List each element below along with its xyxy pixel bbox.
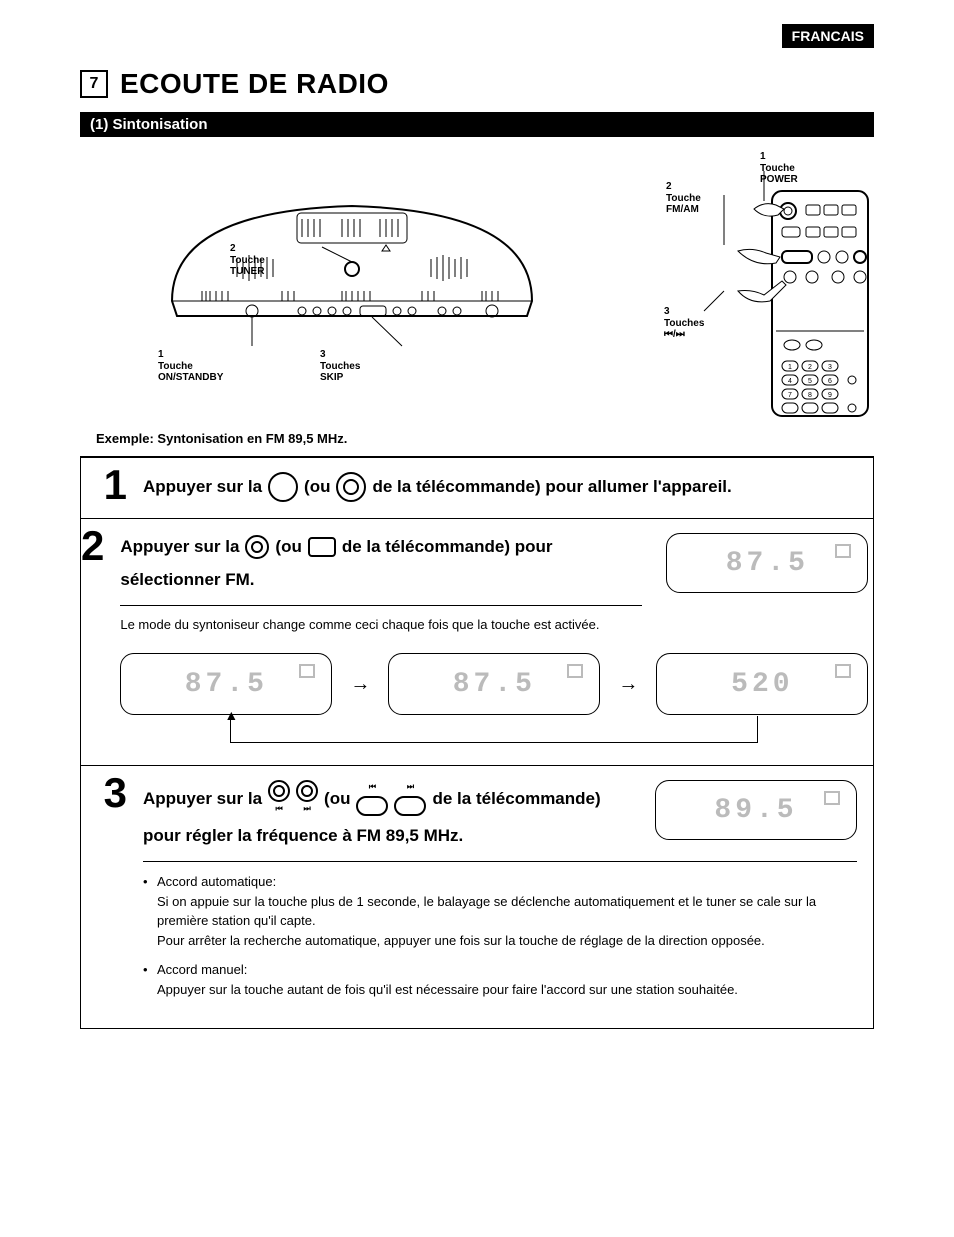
callout-power: 1 Touche POWER xyxy=(760,151,798,186)
svg-text:9: 9 xyxy=(828,392,832,399)
svg-text:8: 8 xyxy=(808,392,812,399)
manual-page: FRANCAIS 7 ECOUTE DE RADIO (1) Sintonisa… xyxy=(0,0,954,1237)
tuner-mode-cycle: 87.5 → 87.5 → 520 ▲ xyxy=(120,653,868,749)
svg-text:7: 7 xyxy=(788,392,792,399)
step-1: 1 Appuyer sur la (ou de la télécommande)… xyxy=(81,458,873,518)
arrow-right-icon: → xyxy=(618,673,638,696)
step-2-number: 2 xyxy=(81,519,110,765)
step-2-text: Appuyer sur la (ou de la télécommande) p… xyxy=(120,533,642,560)
section-title: ECOUTE DE RADIO xyxy=(120,68,389,100)
device-diagram: 2 Touche TUNER 1 Touche ON/STANDBY 3 Tou… xyxy=(80,151,624,421)
svg-text:6: 6 xyxy=(828,378,832,385)
fmam-button-icon xyxy=(308,537,336,557)
subsection-bar: (1) Sintonisation xyxy=(80,112,874,137)
lcd-display-step3: 89.5 xyxy=(655,780,857,840)
callout-tuner: 2 Touche TUNER xyxy=(230,243,265,278)
remote-skip-back-icon: ⏮ xyxy=(356,781,388,816)
remote-diagram: 123 456 789 1 Touche POWER 2 xyxy=(664,151,874,421)
arrow-right-icon: → xyxy=(350,673,370,696)
callout-skip: 3 Touches SKIP xyxy=(320,349,360,384)
remote-skip-fwd-icon: ⏭ xyxy=(394,781,426,816)
step-2: 2 Appuyer sur la (ou de la télécommande)… xyxy=(81,518,873,765)
section-number-box: 7 xyxy=(80,70,108,98)
note-manual: Accord manuel: Appuyer sur la touche aut… xyxy=(143,960,857,999)
callout-skip-remote: 3 Touches ⏮/⏭ xyxy=(664,306,704,341)
svg-text:2: 2 xyxy=(808,364,812,371)
step-3-text: Appuyer sur la ⏮ ⏭ (ou ⏮ ⏭ de la télécom… xyxy=(143,780,631,816)
step-1-number: 1 xyxy=(81,458,133,518)
step-3: 3 Appuyer sur la ⏮ ⏭ (ou ⏮ ⏭ de la téléc… xyxy=(81,765,873,1028)
steps-table: 1 Appuyer sur la (ou de la télécommande)… xyxy=(80,456,874,1029)
lcd-display-step2: 87.5 xyxy=(666,533,868,593)
step-3-notes: Accord automatique: Si on appuie sur la … xyxy=(143,872,857,999)
diagram-row: 2 Touche TUNER 1 Touche ON/STANDBY 3 Tou… xyxy=(80,151,874,421)
callout-fmam: 2 Touche FM/AM xyxy=(666,181,701,216)
cycle-return-line xyxy=(230,716,758,743)
step-3-number: 3 xyxy=(81,766,133,1028)
callout-onstandby: 1 Touche ON/STANDBY xyxy=(158,349,223,384)
svg-text:3: 3 xyxy=(828,364,832,371)
divider xyxy=(120,605,642,606)
divider xyxy=(143,861,857,862)
power-button-icon xyxy=(268,472,298,502)
step-2-note: Le mode du syntoniseur change comme ceci… xyxy=(120,616,642,635)
svg-text:5: 5 xyxy=(808,378,812,385)
section-title-row: 7 ECOUTE DE RADIO xyxy=(80,68,874,100)
svg-text:1: 1 xyxy=(788,364,792,371)
note-auto: Accord automatique: Si on appuie sur la … xyxy=(143,872,857,950)
lcd-cycle-c: 520 xyxy=(656,653,868,715)
skip-back-button-icon: ⏮ xyxy=(268,780,290,816)
arrow-up-icon: ▲ xyxy=(224,707,238,723)
language-badge: FRANCAIS xyxy=(782,24,874,48)
svg-text:4: 4 xyxy=(788,378,792,385)
lcd-cycle-a: 87.5 xyxy=(120,653,332,715)
example-line: Exemple: Syntonisation en FM 89,5 MHz. xyxy=(96,431,874,446)
remote-power-icon xyxy=(336,472,366,502)
skip-fwd-button-icon: ⏭ xyxy=(296,780,318,816)
lcd-cycle-b: 87.5 xyxy=(388,653,600,715)
tuner-button-icon xyxy=(245,535,269,559)
step-1-text: Appuyer sur la (ou de la télécommande) p… xyxy=(143,472,857,502)
